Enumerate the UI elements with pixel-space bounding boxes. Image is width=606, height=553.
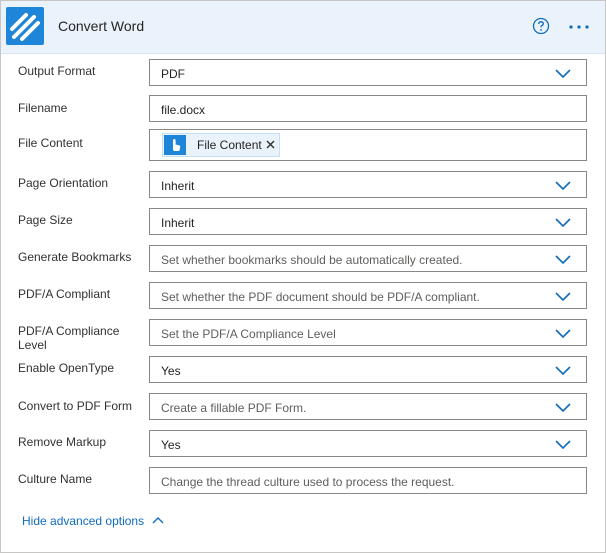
generate-bookmarks-placeholder: Set whether bookmarks should be automati… [161,253,463,267]
card-title: Convert Word [58,18,145,34]
output-format-select[interactable]: PDF [149,59,587,86]
dynamic-content-token[interactable]: File Content [162,133,280,157]
output-format-label: Output Format [18,64,96,78]
hide-advanced-options-link[interactable]: Hide advanced options [22,514,144,528]
filename-input[interactable]: file.docx [149,95,587,122]
pdfa-compliant-label: PDF/A Compliant [18,287,111,301]
remove-markup-select[interactable]: Yes [149,430,587,457]
file-content-input[interactable]: File Content [149,129,587,161]
chevron-down-icon [555,366,571,376]
filename-label: Filename [18,101,68,115]
chevron-down-icon [555,69,571,79]
pdfa-compliant-select[interactable]: Set whether the PDF document should be P… [149,282,587,309]
convert-pdf-form-label: Convert to PDF Form [18,399,133,413]
pdfa-level-label-line2: Level [18,338,47,352]
convert-pdf-form-placeholder: Create a fillable PDF Form. [161,401,307,415]
generate-bookmarks-select[interactable]: Set whether bookmarks should be automati… [149,245,587,272]
help-icon[interactable] [532,17,550,35]
pdfa-level-select[interactable]: Set the PDF/A Compliance Level [149,319,587,346]
app-logo-icon [6,7,44,45]
token-label: File Content [197,138,262,152]
pdfa-level-label: PDF/A Compliance Level [18,324,143,352]
filename-value: file.docx [161,103,206,117]
remove-markup-label: Remove Markup [18,435,107,449]
chevron-down-icon [555,218,571,228]
output-format-value: PDF [161,67,185,81]
culture-name-input[interactable]: Change the thread culture used to proces… [149,467,587,494]
pdfa-compliant-placeholder: Set whether the PDF document should be P… [161,290,480,304]
convert-pdf-form-select[interactable]: Create a fillable PDF Form. [149,393,587,420]
chevron-down-icon [555,403,571,413]
page-orientation-value: Inherit [161,179,195,193]
remove-markup-value: Yes [161,438,181,452]
page-orientation-select[interactable]: Inherit [149,171,587,198]
chevron-down-icon [555,440,571,450]
pdfa-level-label-line1: PDF/A Compliance [18,324,120,338]
close-icon[interactable] [266,140,275,149]
page-size-select[interactable]: Inherit [149,208,587,235]
enable-opentype-select[interactable]: Yes [149,356,587,383]
page-size-label: Page Size [18,213,73,227]
chevron-down-icon [555,329,571,339]
chevron-down-icon [555,255,571,265]
touch-hand-icon [164,135,186,155]
chevron-up-icon[interactable] [152,516,164,524]
card-header: Convert Word [1,1,605,54]
file-content-label: File Content [18,136,83,150]
chevron-down-icon [555,181,571,191]
pdfa-level-placeholder: Set the PDF/A Compliance Level [161,327,336,341]
page-size-value: Inherit [161,216,195,230]
chevron-down-icon [555,292,571,302]
culture-name-placeholder: Change the thread culture used to proces… [161,475,455,489]
action-card: Convert Word Output Format PDF Filename … [0,0,606,553]
more-options-icon[interactable] [567,18,591,36]
generate-bookmarks-label: Generate Bookmarks [18,250,132,264]
page-orientation-label: Page Orientation [18,176,109,190]
enable-opentype-value: Yes [161,364,181,378]
enable-opentype-label: Enable OpenType [18,361,115,375]
culture-name-label: Culture Name [18,472,93,486]
